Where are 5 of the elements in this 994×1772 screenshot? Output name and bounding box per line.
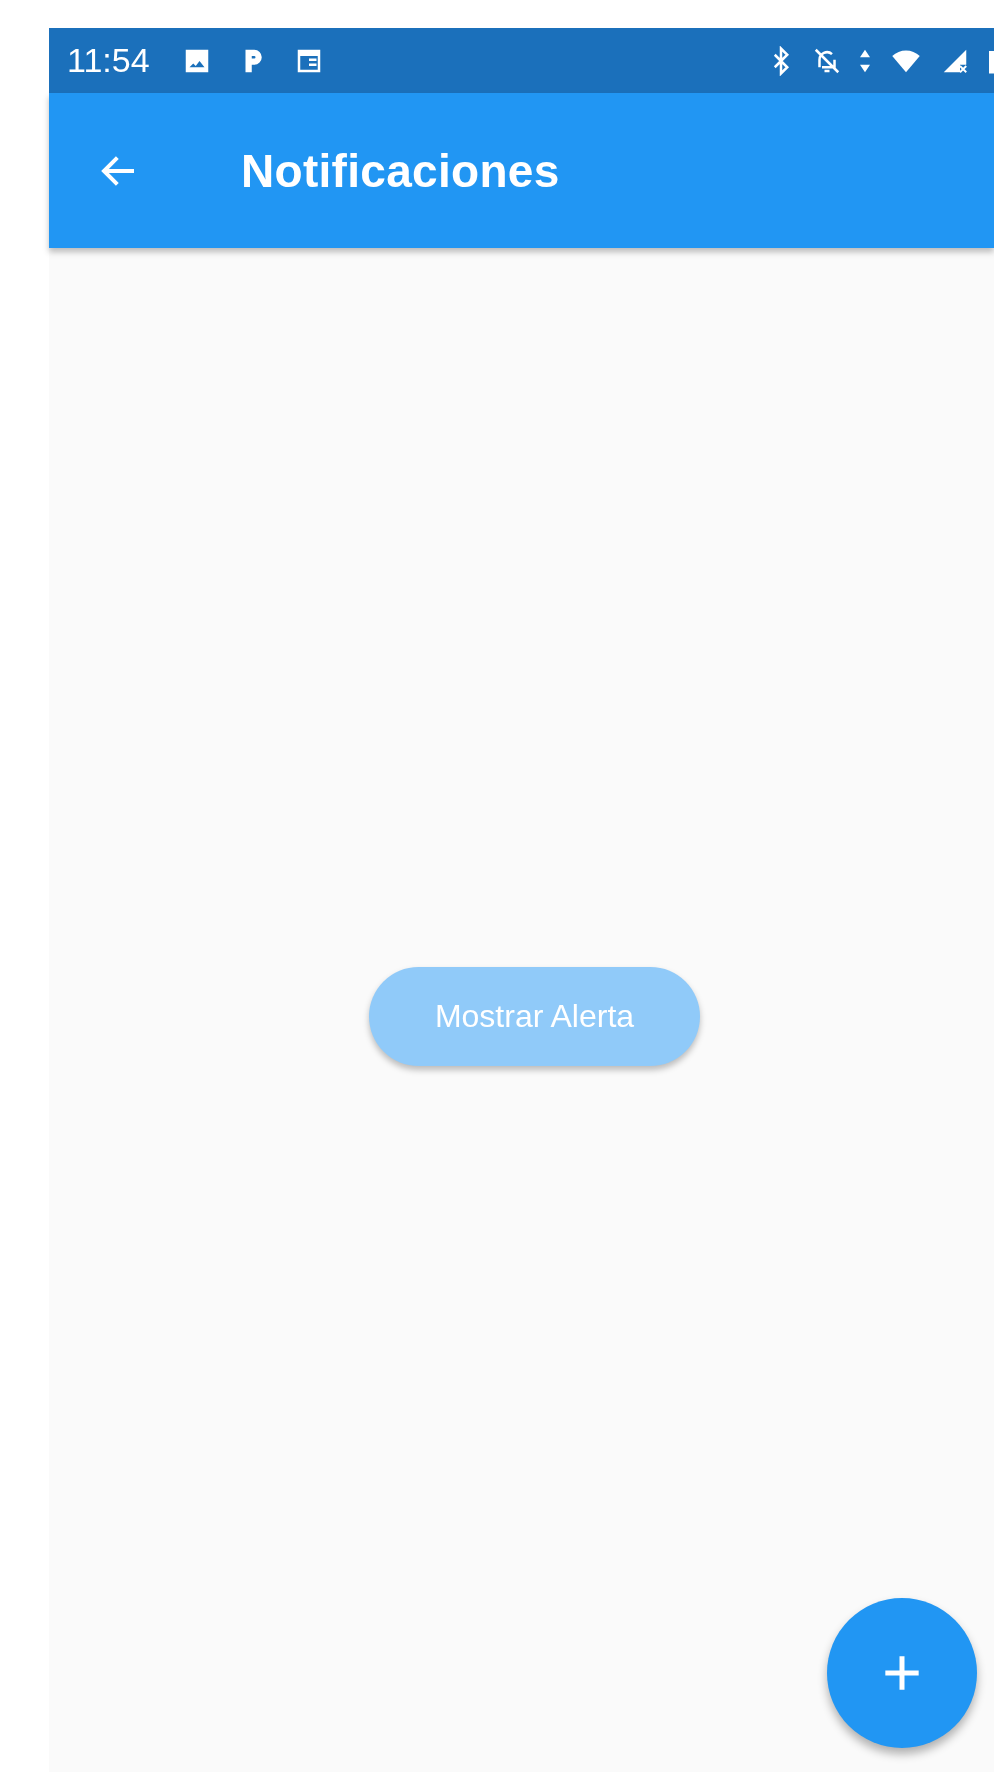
add-fab[interactable] <box>827 1598 977 1748</box>
show-alert-button[interactable]: Mostrar Alerta <box>369 966 700 1066</box>
plus-icon <box>882 1653 922 1693</box>
app-bar-title: Notificaciones <box>241 143 560 198</box>
status-time: 11:54 <box>67 41 150 80</box>
